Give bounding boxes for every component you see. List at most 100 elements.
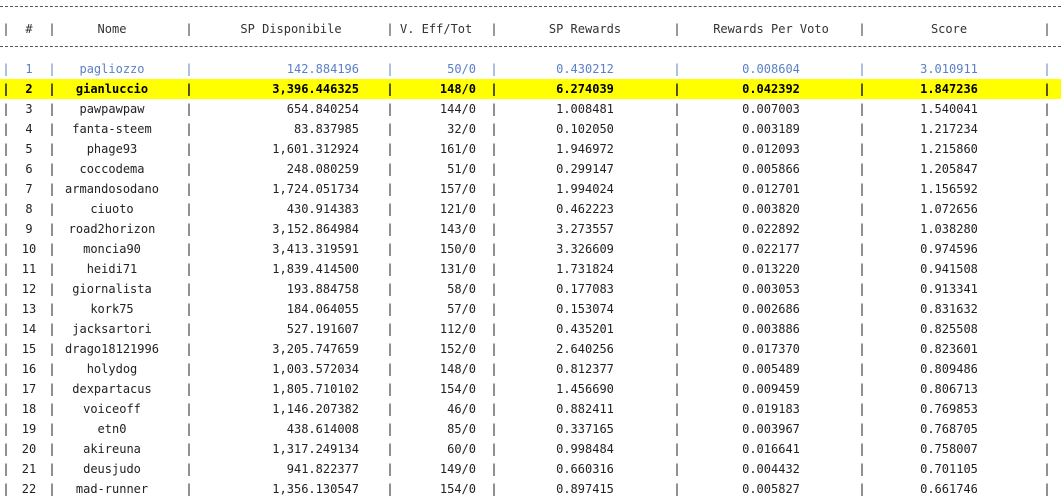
score-cell: 1.156592 — [920, 182, 978, 196]
table-row: | | | | | | | | 16 holydog 1,003.572034 148/0 0.8123… — [0, 359, 1061, 379]
votes-cell: 154/0 — [439, 482, 476, 496]
sp-cell: 248.080259 — [286, 162, 359, 176]
sp-cell: 527.191607 — [286, 322, 359, 336]
table-row: | | | | | | | | 18 voiceoff 1,146.207382 46/0 0.8824… — [0, 399, 1061, 419]
column-separator: | — [1043, 402, 1051, 416]
score-cell: 1.205847 — [920, 162, 978, 176]
rank-cell: 13 — [21, 302, 37, 316]
per-vote-cell: 0.022892 — [742, 222, 800, 236]
column-separator: | — [185, 122, 193, 136]
name-cell: moncia90 — [83, 242, 141, 256]
column-separator: | — [1043, 302, 1051, 316]
column-separator: | — [1043, 202, 1051, 216]
name-cell: pagliozzo — [79, 62, 145, 76]
column-separator: | — [185, 462, 193, 476]
column-separator: | — [858, 442, 866, 456]
column-separator: | — [673, 162, 681, 176]
column-separator: | — [48, 182, 56, 196]
column-separator: | — [673, 82, 681, 96]
column-separator: | — [673, 302, 681, 316]
sp-cell: 184.064055 — [286, 302, 359, 316]
rank-cell: 19 — [21, 422, 37, 436]
score-cell: 0.768705 — [920, 422, 978, 436]
sp-cell: 193.884758 — [286, 282, 359, 296]
column-separator: | — [48, 262, 56, 276]
sp-cell: 1,356.130547 — [272, 482, 359, 496]
rank-cell: 9 — [25, 222, 33, 236]
per-vote-cell: 0.013220 — [742, 262, 800, 276]
rewards-cell: 3.326609 — [556, 242, 614, 256]
column-separator: | — [673, 342, 681, 356]
per-vote-cell: 0.003886 — [742, 322, 800, 336]
sp-cell: 430.914383 — [286, 202, 359, 216]
column-separator: | — [1043, 162, 1051, 176]
column-separator: | — [490, 422, 498, 436]
column-separator: | — [490, 182, 498, 196]
column-separator: | — [1043, 282, 1051, 296]
table-row: | | | | | | | | 3 pawpawpaw 654.840254 144/0 1.00848… — [0, 99, 1061, 119]
column-separator: | — [48, 442, 56, 456]
column-separator: | — [858, 322, 866, 336]
per-vote-cell: 0.009459 — [742, 382, 800, 396]
name-cell: heidi71 — [86, 262, 138, 276]
rewards-cell: 0.897415 — [556, 482, 614, 496]
name-cell: coccodema — [79, 162, 145, 176]
column-separator: | — [673, 282, 681, 296]
score-cell: 3.010911 — [920, 62, 978, 76]
header-per-vote: Rewards Per Voto — [713, 22, 829, 36]
column-separator: | — [386, 22, 394, 36]
score-cell: 1.072656 — [920, 202, 978, 216]
per-vote-cell: 0.003053 — [742, 282, 800, 296]
votes-cell: 131/0 — [439, 262, 476, 276]
table-row: | | | | | | | | 5 phage93 1,601.312924 161/0 1.94697… — [0, 139, 1061, 159]
rank-cell: 16 — [21, 362, 37, 376]
rewards-cell: 1.731824 — [556, 262, 614, 276]
sp-cell: 1,839.414500 — [272, 262, 359, 276]
column-separator: | — [673, 222, 681, 236]
rank-cell: 1 — [25, 62, 33, 76]
column-separator: | — [858, 122, 866, 136]
column-separator: | — [673, 322, 681, 336]
column-separator: | — [386, 362, 394, 376]
rank-cell: 11 — [21, 262, 37, 276]
header-name: Nome — [97, 22, 127, 36]
per-vote-cell: 0.005489 — [742, 362, 800, 376]
per-vote-cell: 0.003967 — [742, 422, 800, 436]
per-vote-cell: 0.002686 — [742, 302, 800, 316]
rewards-cell: 0.153074 — [556, 302, 614, 316]
column-separator: | — [2, 462, 10, 476]
column-separator: | — [2, 402, 10, 416]
per-vote-cell: 0.003820 — [742, 202, 800, 216]
column-separator: | — [673, 122, 681, 136]
column-separator: | — [2, 222, 10, 236]
rewards-cell: 0.812377 — [556, 362, 614, 376]
score-cell: 0.974596 — [920, 242, 978, 256]
column-separator: | — [673, 422, 681, 436]
name-cell: drago18121996 — [65, 342, 159, 356]
rank-cell: 8 — [25, 202, 33, 216]
table-row: | | | | | | | | 22 mad-runner 1,356.130547 154/0 0.8… — [0, 479, 1061, 499]
column-separator: | — [48, 202, 56, 216]
votes-cell: 143/0 — [439, 222, 476, 236]
name-cell: holydog — [86, 362, 138, 376]
column-separator: | — [2, 62, 10, 76]
column-separator: | — [673, 442, 681, 456]
column-separator: | — [2, 442, 10, 456]
column-separator: | — [673, 142, 681, 156]
votes-cell: 58/0 — [447, 282, 476, 296]
column-separator: | — [490, 62, 498, 76]
name-cell: akireuna — [83, 442, 141, 456]
rewards-cell: 0.882411 — [556, 402, 614, 416]
column-separator: | — [185, 422, 193, 436]
rank-cell: 18 — [21, 402, 37, 416]
header-rewards: SP Rewards — [548, 22, 622, 36]
votes-cell: 154/0 — [439, 382, 476, 396]
column-separator: | — [2, 302, 10, 316]
column-separator: | — [185, 222, 193, 236]
column-separator: | — [858, 202, 866, 216]
column-separator: | — [386, 482, 394, 496]
score-cell: 0.701105 — [920, 462, 978, 476]
column-separator: | — [858, 82, 866, 96]
score-cell: 0.758007 — [920, 442, 978, 456]
column-separator: | — [1043, 102, 1051, 116]
